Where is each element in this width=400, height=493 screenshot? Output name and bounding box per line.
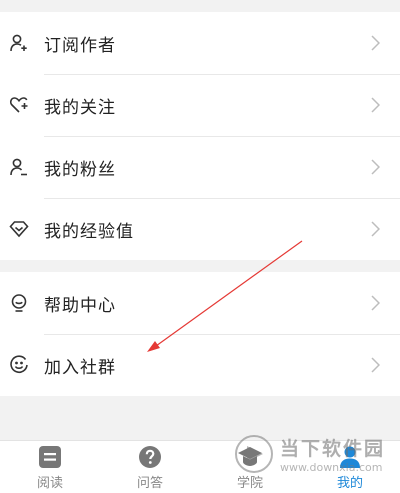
menu-item-label: 我的粉丝 <box>44 159 116 180</box>
tab-label: 阅读 <box>36 475 63 491</box>
menu-item-label: 订阅作者 <box>44 35 116 56</box>
menu-item-label: 我的经验值 <box>44 221 134 242</box>
menu-group-social: 订阅作者 我的关注 我的粉丝 我的经验值 <box>0 12 400 260</box>
watermark-name: 当下软件园 <box>280 438 386 460</box>
watermark-url: www.downxia.com <box>280 461 383 474</box>
tab-read[interactable]: 阅读 <box>0 441 100 493</box>
menu-item-label: 加入社群 <box>44 357 116 378</box>
help-bulb-icon <box>8 292 30 314</box>
menu-item-label: 帮助中心 <box>44 295 116 316</box>
menu-item-help-center[interactable]: 帮助中心 <box>0 272 400 334</box>
chevron-right-icon <box>368 95 382 115</box>
diamond-icon <box>8 218 30 240</box>
menu-item-my-follows[interactable]: 我的关注 <box>0 74 400 136</box>
person-icon <box>8 156 30 178</box>
menu-item-subscribe-author[interactable]: 订阅作者 <box>0 12 400 74</box>
chevron-right-icon <box>368 33 382 53</box>
menu-item-join-community[interactable]: 加入社群 <box>0 334 400 396</box>
heart-plus-icon <box>8 94 30 116</box>
menu-item-my-experience[interactable]: 我的经验值 <box>0 198 400 260</box>
menu-item-label: 我的关注 <box>44 97 116 118</box>
top-spacer <box>0 0 400 12</box>
section-spacer <box>0 260 400 272</box>
tab-label: 问答 <box>136 475 163 491</box>
person-add-icon <box>8 32 30 54</box>
chevron-right-icon <box>368 293 382 313</box>
menu-group-support: 帮助中心 加入社群 <box>0 272 400 396</box>
smile-icon <box>8 354 30 376</box>
doc-icon <box>37 444 63 470</box>
tab-qa[interactable]: 问答 <box>100 441 200 493</box>
chevron-right-icon <box>368 219 382 239</box>
question-icon <box>137 444 163 470</box>
watermark: 当下软件园 www.downxia.com <box>234 432 396 476</box>
menu-item-my-fans[interactable]: 我的粉丝 <box>0 136 400 198</box>
watermark-text: 当下软件园 www.downxia.com <box>280 434 385 474</box>
chevron-right-icon <box>368 157 382 177</box>
chevron-right-icon <box>368 355 382 375</box>
watermark-logo-icon <box>234 434 274 474</box>
